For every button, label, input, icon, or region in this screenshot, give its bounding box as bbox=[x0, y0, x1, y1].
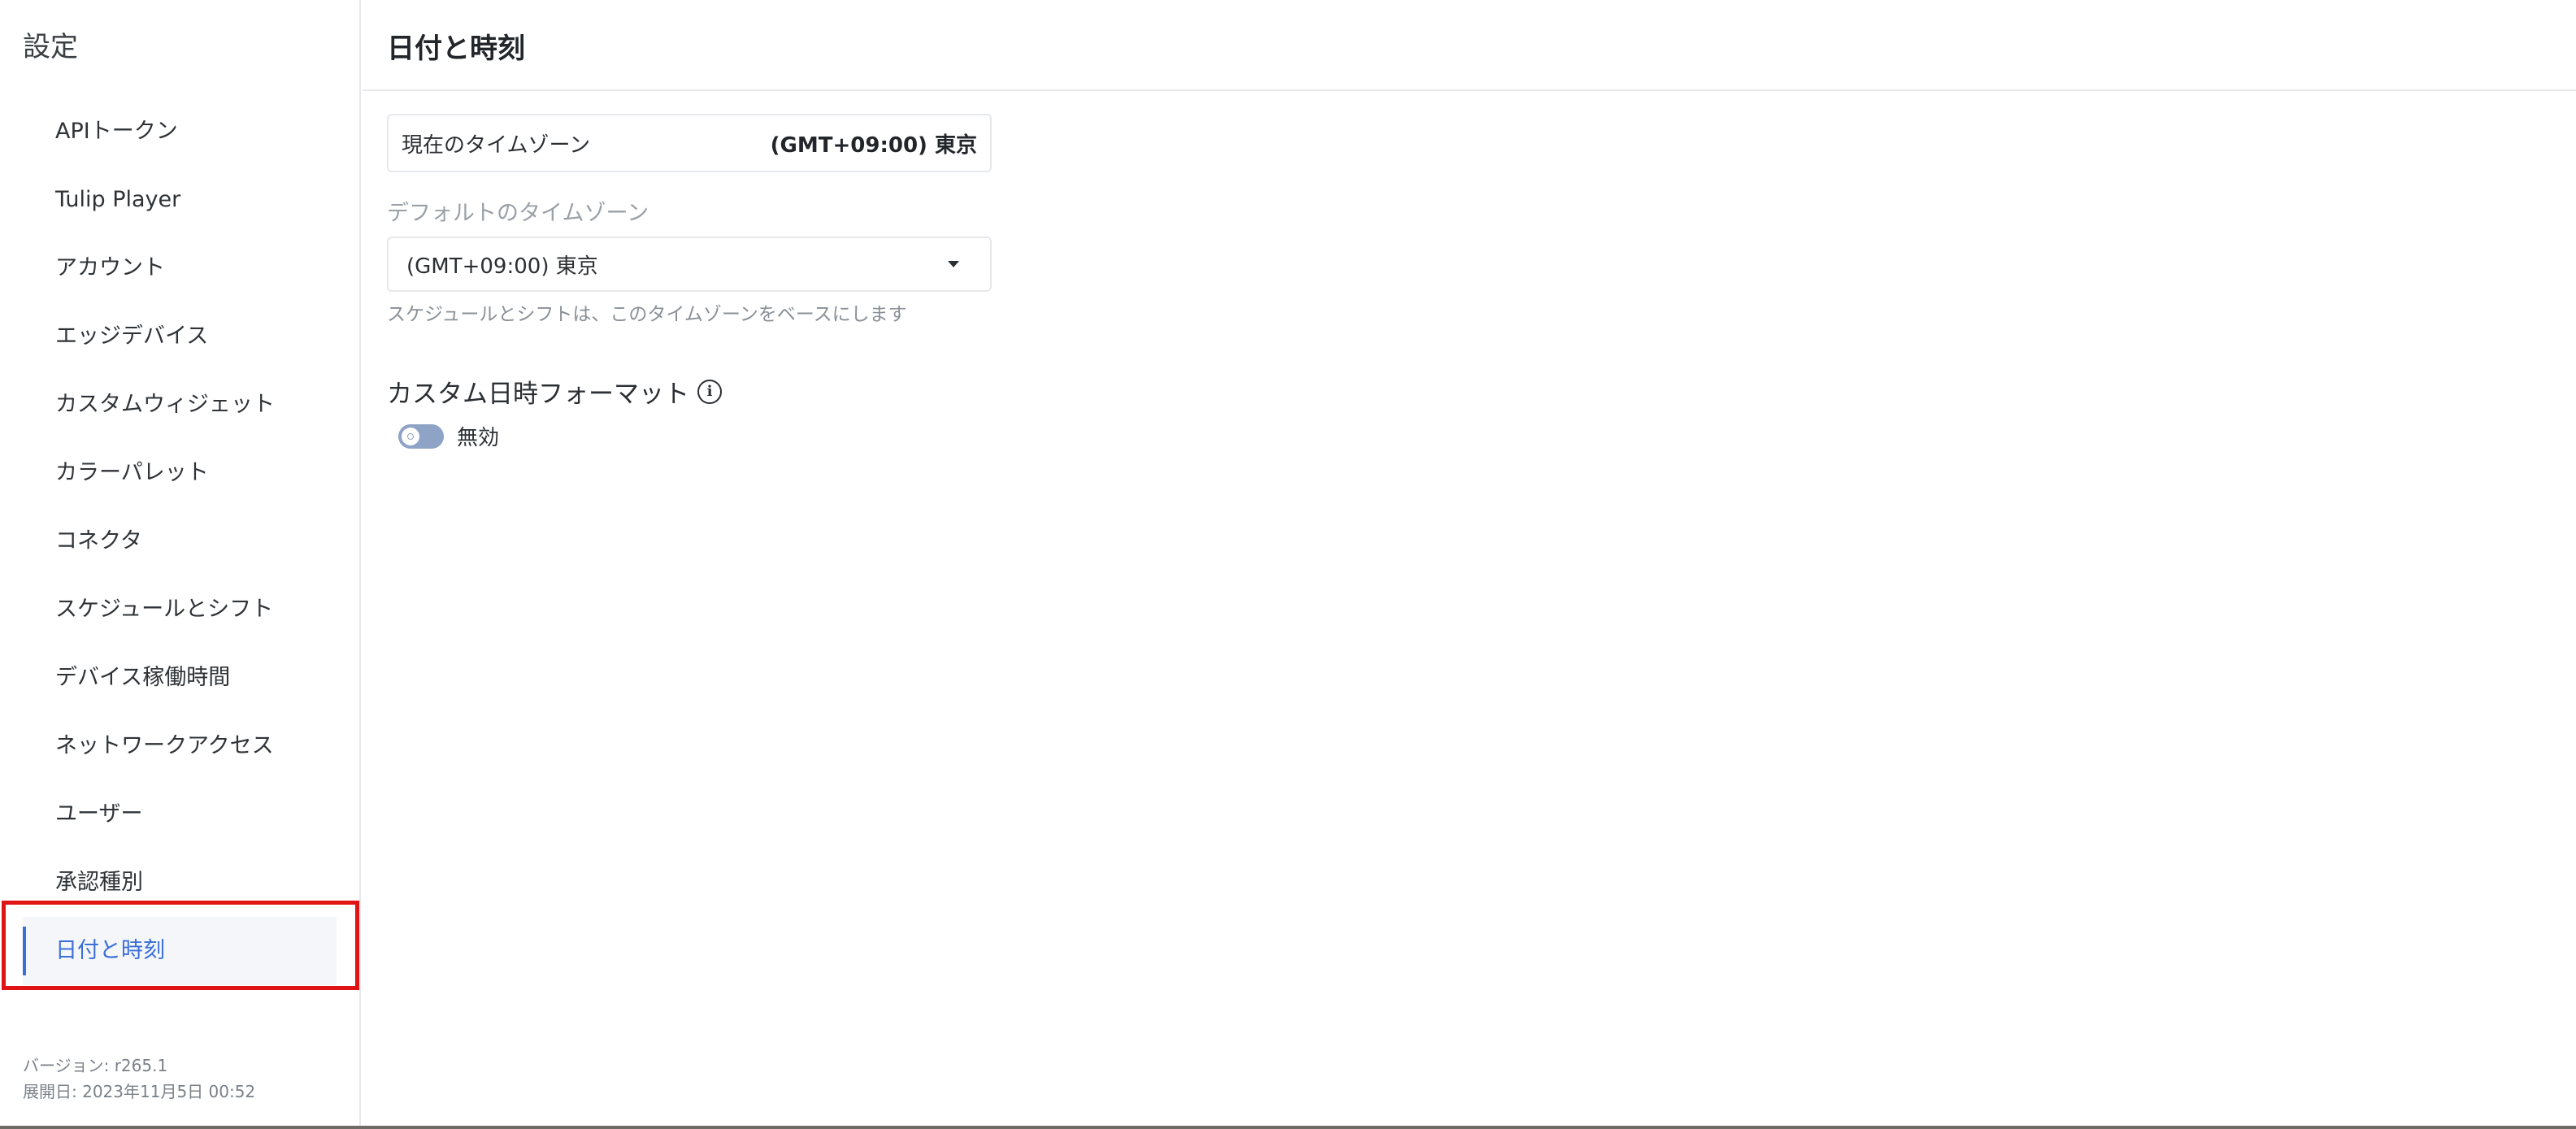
settings-app: 設定 APIトークン Tulip Player アカウント エッジデバイス カス… bbox=[0, 0, 2576, 1129]
deploy-date-label: 展開日: 2023年11月5日 00:52 bbox=[23, 1082, 256, 1101]
custom-format-toggle-row: 無効 bbox=[398, 421, 992, 451]
sidebar-item-schedules-shifts[interactable]: スケジュールとシフト bbox=[23, 575, 337, 644]
bottom-strip bbox=[0, 1126, 2576, 1129]
custom-format-toggle[interactable] bbox=[398, 423, 444, 449]
custom-format-toggle-label: 無効 bbox=[457, 426, 500, 450]
sidebar-item-custom-widgets[interactable]: カスタムウィジェット bbox=[23, 371, 337, 439]
sidebar-item-color-palette[interactable]: カラーパレット bbox=[23, 439, 337, 507]
default-timezone-select[interactable]: (GMT+09:00) 東京 bbox=[387, 237, 992, 292]
sidebar-item-date-time[interactable]: 日付と時刻 bbox=[23, 917, 337, 985]
sidebar-item-edge-devices[interactable]: エッジデバイス bbox=[23, 302, 337, 371]
default-timezone-value: (GMT+09:00) 東京 bbox=[406, 254, 598, 279]
toggle-knob bbox=[402, 427, 419, 445]
page-header: 日付と時刻 bbox=[363, 0, 2576, 91]
page-title: 日付と時刻 bbox=[387, 33, 525, 65]
default-timezone-help: スケジュールとシフトは、このタイムゾーンをベースにします bbox=[387, 304, 907, 325]
version-label: バージョン: r265.1 bbox=[23, 1056, 168, 1075]
current-timezone-box: 現在のタイムゾーン (GMT+09:00) 東京 bbox=[387, 114, 992, 172]
sidebar-item-users[interactable]: ユーザー bbox=[23, 780, 337, 849]
caret-down-icon bbox=[948, 261, 959, 267]
default-timezone-label: デフォルトのタイムゾーン bbox=[387, 201, 649, 226]
sidebar-item-connectors[interactable]: コネクタ bbox=[23, 507, 337, 575]
date-time-settings: 現在のタイムゾーン (GMT+09:00) 東京 デフォルトのタイムゾーン (G… bbox=[387, 114, 992, 451]
sidebar-nav: APIトークン Tulip Player アカウント エッジデバイス カスタムウ… bbox=[23, 98, 337, 985]
sidebar-item-device-uptime[interactable]: デバイス稼働時間 bbox=[23, 644, 337, 712]
sidebar-item-account[interactable]: アカウント bbox=[23, 234, 337, 302]
version-info: バージョン: r265.1 展開日: 2023年11月5日 00:52 bbox=[23, 1053, 255, 1105]
sidebar-item-network-access[interactable]: ネットワークアクセス bbox=[23, 712, 337, 780]
current-timezone-value: (GMT+09:00) 東京 bbox=[770, 132, 977, 158]
info-icon[interactable]: i bbox=[697, 379, 722, 404]
sidebar-item-tulip-player[interactable]: Tulip Player bbox=[23, 166, 337, 234]
current-timezone-label: 現在のタイムゾーン bbox=[402, 132, 591, 158]
sidebar: 設定 APIトークン Tulip Player アカウント エッジデバイス カス… bbox=[0, 0, 361, 1129]
sidebar-item-api-tokens[interactable]: APIトークン bbox=[23, 98, 337, 166]
custom-format-title: カスタム日時フォーマット bbox=[387, 380, 689, 409]
sidebar-title: 設定 bbox=[23, 31, 78, 63]
custom-format-section: カスタム日時フォーマット i bbox=[387, 373, 992, 410]
main-panel: 日付と時刻 現在のタイムゾーン (GMT+09:00) 東京 デフォルトのタイム… bbox=[363, 0, 2576, 1129]
sidebar-item-approval-types[interactable]: 承認種別 bbox=[23, 849, 337, 917]
